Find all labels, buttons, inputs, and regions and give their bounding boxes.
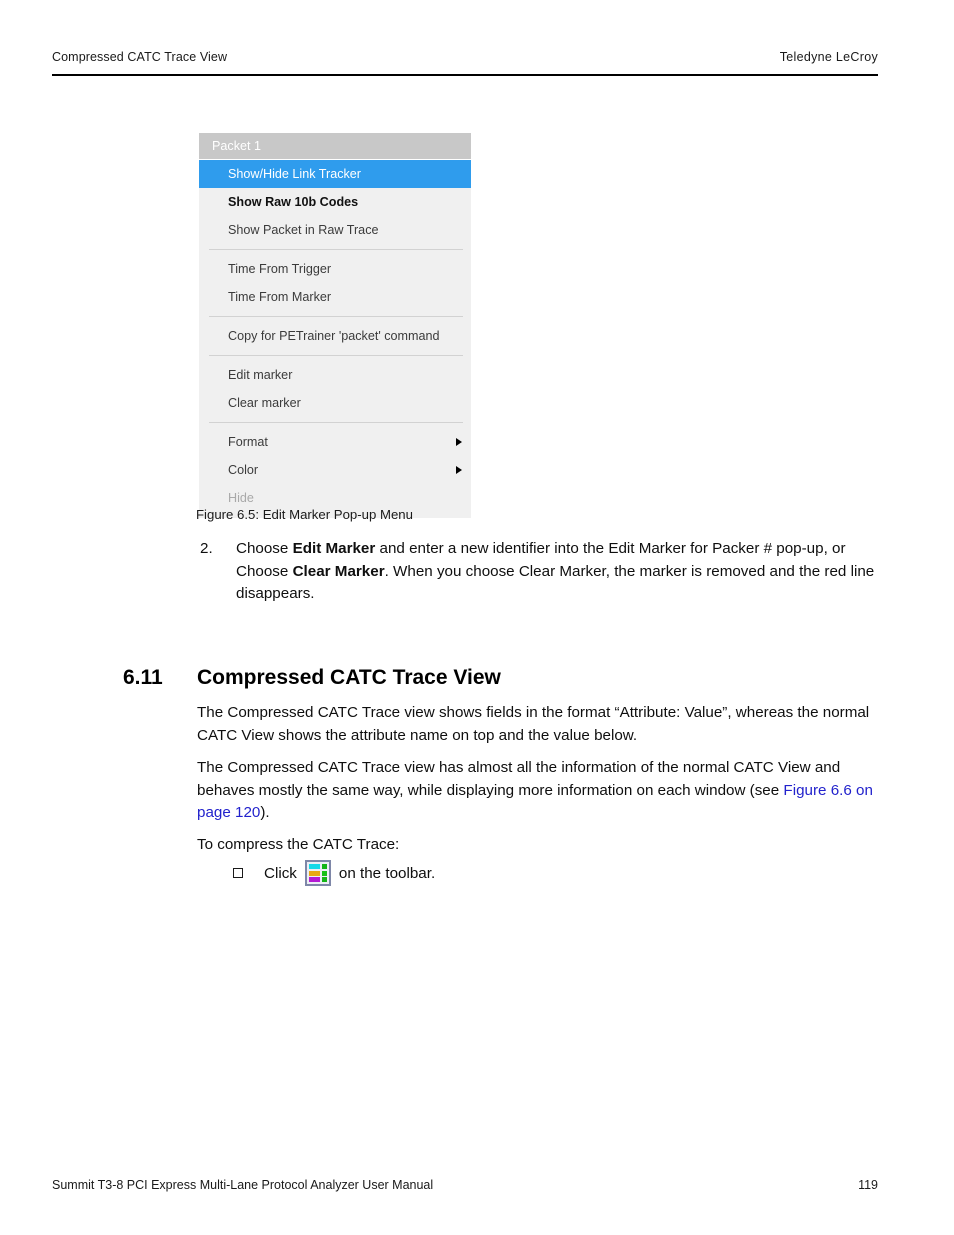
section-title: Compressed CATC Trace View	[197, 666, 501, 690]
toolbar-icon-swatch-1	[308, 864, 321, 869]
toolbar-icon-swatch-4	[321, 870, 327, 876]
toolbar-icon-swatch-5	[308, 877, 321, 882]
step-line2-bold: Clear Marker	[292, 562, 385, 580]
figure-caption: Figure 6.5: Edit Marker Pop-up Menu	[196, 507, 413, 522]
step-body: Choose Edit Marker and enter a new ident…	[236, 538, 890, 606]
menu-item-label: Show Packet in Raw Trace	[228, 223, 379, 237]
menu-item-label: Copy for PETrainer 'packet' command	[228, 329, 440, 343]
chevron-right-icon	[456, 466, 462, 474]
menu-item-label: Color	[228, 463, 259, 477]
footer-manual-title: Summit T3-8 PCI Express Multi-Lane Proto…	[52, 1178, 434, 1192]
menu-item-label: Format	[228, 435, 268, 449]
footer-page-number: 119	[858, 1178, 878, 1192]
menu-item-edit-marker[interactable]: Edit marker	[199, 361, 471, 389]
page-running-head: Compressed CATC Trace View Teledyne LeCr…	[52, 50, 878, 64]
running-head-right: Teledyne LeCroy	[779, 50, 878, 64]
figure-edit-marker-popup-menu: Packet 1 Show/Hide Link Tracker Show Raw…	[199, 133, 471, 518]
menu-item-label: Time From Marker	[228, 290, 332, 304]
menu-item-clear-marker[interactable]: Clear marker	[199, 389, 471, 417]
menu-separator	[209, 316, 463, 317]
bullet-text-after: on the toolbar.	[338, 864, 436, 882]
menu-item-show-hide-link-tracker[interactable]: Show/Hide Link Tracker	[199, 160, 471, 188]
body-paragraph-1: The Compressed CATC Trace view shows fie…	[197, 704, 870, 744]
page-footer: Summit T3-8 PCI Express Multi-Lane Proto…	[52, 1178, 878, 1192]
menu-item-show-packet-in-raw-trace[interactable]: Show Packet in Raw Trace	[199, 216, 471, 244]
menu-separator	[209, 249, 463, 250]
menu-item-label: Show/Hide Link Tracker	[228, 167, 361, 181]
menu-item-time-from-marker[interactable]: Time From Marker	[199, 283, 471, 311]
paragraph-2-pre: The Compressed CATC Trace view has almos…	[197, 759, 841, 799]
menu-item-color[interactable]: Color	[199, 456, 471, 484]
toolbar-icon-swatch-3	[308, 870, 321, 876]
step-line2-pre: Choose	[236, 562, 293, 580]
menu-item-copy-for-petrainer-packet-command[interactable]: Copy for PETrainer 'packet' command	[199, 322, 471, 350]
toolbar-icon-swatch-6	[321, 877, 327, 882]
menu-item-label: Time From Trigger	[228, 262, 332, 276]
toolbar-icon-swatch-2	[321, 864, 327, 869]
square-bullet-icon	[233, 868, 243, 878]
header-divider-rule	[52, 74, 878, 76]
section-number: 6.11	[123, 666, 163, 690]
bullet-text-before: Click	[264, 864, 297, 882]
numbered-step-2: 2. Choose Edit Marker and enter a new id…	[200, 538, 890, 606]
paragraph-2-post: ).	[260, 804, 270, 822]
body-paragraph-2: The Compressed CATC Trace view has almos…	[197, 757, 875, 825]
menu-separator	[209, 355, 463, 356]
menu-separator	[209, 422, 463, 423]
step-line1-bold: Edit Marker	[292, 540, 376, 557]
context-menu-title: Packet 1	[199, 133, 471, 160]
body-paragraph-3: To compress the CATC Trace:	[197, 836, 400, 854]
context-menu: Packet 1 Show/Hide Link Tracker Show Raw…	[199, 133, 471, 518]
step-number: 2.	[200, 540, 213, 557]
menu-item-time-from-trigger[interactable]: Time From Trigger	[199, 255, 471, 283]
menu-item-label: Hide	[228, 491, 254, 505]
menu-item-label: Edit marker	[228, 368, 293, 382]
bullet-item-click-toolbar: Click on the toolbar.	[233, 860, 435, 886]
compress-catc-trace-toolbar-icon[interactable]	[304, 860, 331, 886]
section-heading: 6.11 Compressed CATC Trace View	[123, 666, 501, 690]
menu-item-show-raw-10b-codes[interactable]: Show Raw 10b Codes	[199, 188, 471, 216]
menu-item-format[interactable]: Format	[199, 428, 471, 456]
chevron-right-icon	[456, 438, 462, 446]
toolbar-icon-grid	[308, 864, 327, 882]
step-line1-post: and enter a new identifier into the Edit…	[375, 540, 846, 557]
running-head-left: Compressed CATC Trace View	[52, 50, 228, 64]
menu-item-label: Clear marker	[228, 396, 301, 410]
menu-item-label: Show Raw 10b Codes	[228, 195, 359, 209]
step-line1-pre: Choose	[236, 540, 293, 557]
